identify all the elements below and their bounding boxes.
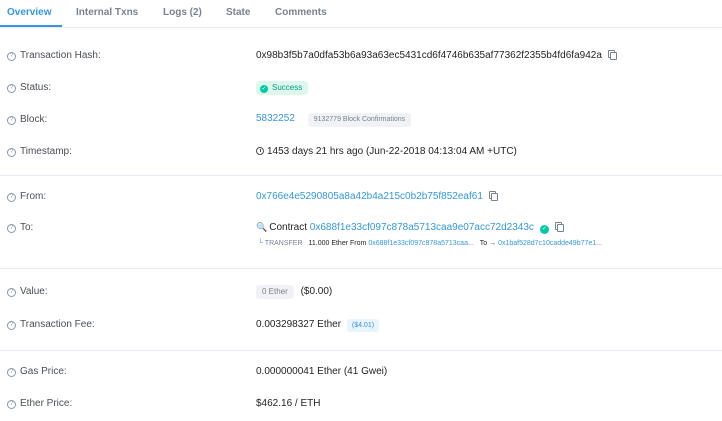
block-label: Block: — [20, 114, 48, 125]
status-label: Status: — [20, 82, 52, 93]
transfer-amount: 11.000 Ether — [308, 240, 349, 247]
gas-price-label: Gas Price: — [20, 366, 67, 377]
timestamp-field: 1453 days 21 hrs ago (Jun-22-2018 04:13:… — [256, 146, 517, 157]
question-circle-icon: ? — [7, 116, 16, 125]
contract-prefix: Contract — [269, 222, 308, 233]
timestamp-value: 1453 days 21 hrs ago (Jun-22-2018 04:13:… — [267, 146, 517, 157]
from-field: 0x766e4e5290805a8a42b4a215c0b2b75f852eaf… — [256, 191, 498, 202]
search-contract-icon: 🔍 — [256, 222, 268, 232]
tab-bar: Overview Internal Txns Logs (2) State Co… — [0, 0, 722, 28]
status-value: Success — [272, 83, 303, 92]
question-circle-icon: ? — [7, 84, 16, 93]
tab-logs[interactable]: Logs (2) — [163, 7, 202, 18]
fee-value: 0.003298327 Ether — [256, 319, 342, 330]
transfer-from-label: From — [350, 240, 367, 247]
tx-hash-field: 0x98b3f5b7a0dfa53b6a93a63ec5431cd6f4746b… — [256, 50, 617, 61]
tx-hash-label: Transaction Hash: — [20, 50, 101, 61]
status-badge: ✓ Success — [256, 81, 309, 95]
corner-down-right-icon: └ — [258, 240, 263, 247]
transfer-type: TRANSFER — [264, 240, 303, 247]
copy-icon[interactable] — [488, 191, 498, 201]
tab-internal-txns[interactable]: Internal Txns — [76, 7, 138, 18]
question-circle-icon: ? — [7, 224, 16, 233]
section-divider — [0, 268, 722, 269]
ether-value-badge: 0 Ether — [256, 285, 294, 299]
question-circle-icon: ? — [7, 148, 16, 157]
gas-price-value: 0.000000041 Ether (41 Gwei) — [256, 366, 388, 377]
question-circle-icon: ? — [7, 368, 16, 377]
transfer-to-label: To — [479, 240, 488, 247]
to-label: To: — [20, 222, 34, 233]
question-circle-icon: ? — [7, 52, 16, 61]
value-field: 0 Ether ($0.00) — [256, 285, 332, 299]
check-circle-icon: ✓ — [539, 225, 549, 234]
from-label: From: — [20, 191, 47, 202]
value-usd: ($0.00) — [300, 286, 333, 297]
section-divider — [0, 175, 722, 176]
to-field: 🔍 Contract 0x688f1e33cf097c878a5713caa9e0… — [256, 222, 564, 234]
copy-icon[interactable] — [554, 222, 564, 232]
transfer-from-link[interactable]: 0x688f1e33cf097c878a5713caa... — [368, 240, 473, 247]
block-number-link[interactable]: 5832252 — [256, 113, 295, 124]
question-circle-icon: ? — [7, 193, 16, 202]
section-divider — [0, 350, 722, 351]
tx-hash-value: 0x98b3f5b7a0dfa53b6a93a63ec5431cd6f4746b… — [256, 50, 602, 61]
block-confirmations-badge: 9132779 Block Confirmations — [307, 113, 412, 127]
block-field: 5832252 9132779 Block Confirmations — [256, 113, 412, 127]
fee-label: Transaction Fee: — [20, 319, 95, 330]
fee-field: 0.003298327 Ether ($4.01) — [256, 319, 380, 332]
clock-icon — [256, 147, 264, 155]
timestamp-label: Timestamp: — [20, 146, 72, 157]
ether-price-value: $462.16 / ETH — [256, 398, 321, 409]
internal-transfer: └ TRANSFER 11.000 Ether From 0x688f1e33c… — [258, 240, 602, 247]
to-address-link[interactable]: 0x688f1e33cf097c878a5713caa9e07acc72d234… — [310, 222, 534, 233]
from-address-link[interactable]: 0x766e4e5290805a8a42b4a215c0b2b75f852eaf… — [256, 191, 483, 202]
question-circle-icon: ? — [7, 321, 16, 330]
question-circle-icon: ? — [7, 288, 16, 297]
tab-comments[interactable]: Comments — [275, 7, 327, 18]
tab-overview[interactable]: Overview — [7, 7, 51, 18]
copy-icon[interactable] — [607, 50, 617, 60]
ether-price-label: Ether Price: — [20, 398, 73, 409]
question-circle-icon: ? — [7, 400, 16, 409]
tab-state[interactable]: State — [226, 7, 250, 18]
active-tab-indicator — [0, 25, 62, 27]
fee-usd-badge: ($4.01) — [346, 319, 380, 332]
arrow-right-icon: → — [489, 240, 497, 247]
check-circle-icon: ✓ — [260, 85, 268, 93]
transfer-to-link[interactable]: 0x1baf528d7c10cadde49b77e1... — [498, 240, 602, 247]
value-label: Value: — [20, 286, 48, 297]
